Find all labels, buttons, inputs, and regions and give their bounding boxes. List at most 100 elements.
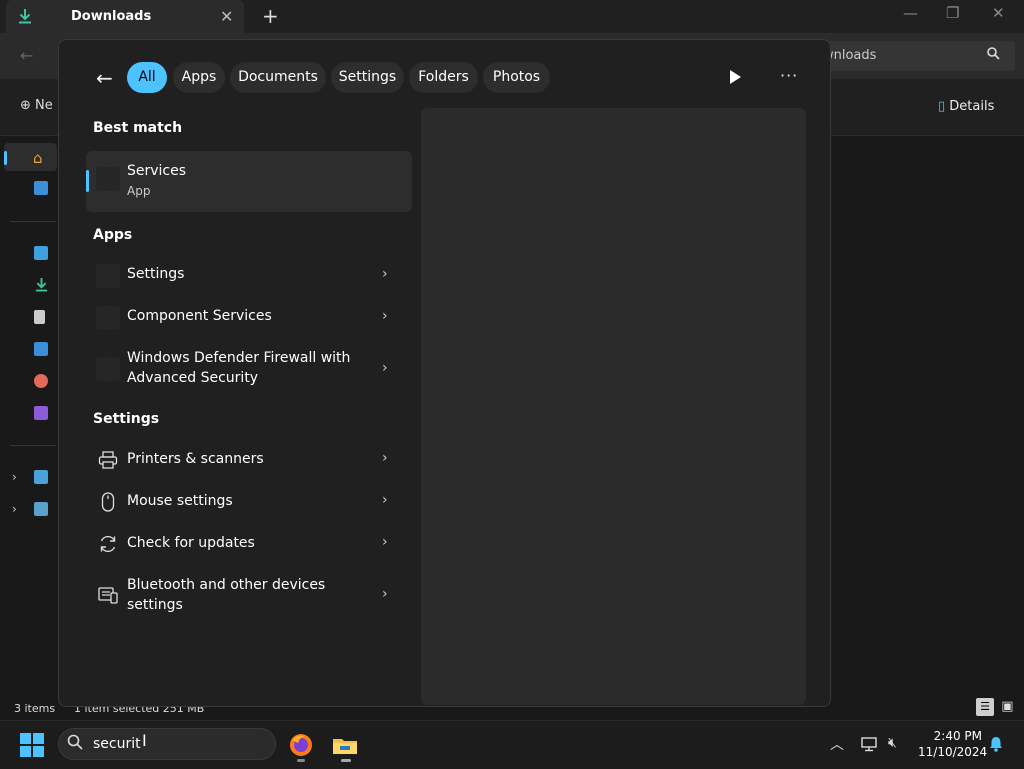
nav-home-highlight [4,143,57,171]
home-icon[interactable]: ⌂ [33,149,43,167]
network-status-icon[interactable] [861,736,879,752]
filter-chip-documents[interactable]: Documents [230,62,326,93]
tab-title: Downloads [71,9,152,24]
running-indicator [297,759,305,762]
new-button[interactable]: ⊕ Ne [20,98,53,113]
back-arrow-icon[interactable]: ← [96,66,113,90]
app-result-settings[interactable]: Settings › [86,255,412,297]
best-match-header: Best match [93,120,183,136]
setting-result-updates[interactable]: Check for updates › [86,523,412,565]
new-button-label: Ne [35,98,53,113]
app-result-component-services[interactable]: Component Services › [86,297,412,339]
best-match-subtitle: App [127,184,151,198]
nav-selected-indicator [4,151,7,165]
settings-app-icon [96,264,120,288]
app-result-label-line1: Windows Defender Firewall with [127,350,351,366]
minimize-icon[interactable]: — [903,4,918,22]
pictures-icon[interactable] [34,342,48,356]
filter-chip-folders[interactable]: Folders [409,62,478,93]
more-options-icon[interactable]: ··· [780,66,798,85]
play-icon[interactable] [728,69,742,85]
clock-time[interactable]: 2:40 PM [918,729,982,743]
filter-chip-all[interactable]: All [127,62,167,93]
text-cursor-icon: I [142,731,147,750]
taskbar-search-input[interactable] [93,735,263,753]
documents-icon[interactable] [34,310,45,324]
settings-header: Settings [93,411,160,427]
navigation-pane [0,136,57,696]
setting-result-printers[interactable]: Printers & scanners › [86,439,412,481]
setting-result-label: Check for updates [127,535,255,551]
chevron-right-icon[interactable]: › [382,586,388,602]
app-result-label: Settings [127,266,185,282]
component-services-icon [96,306,120,330]
chevron-right-icon[interactable]: › [382,492,388,508]
services-app-icon [96,167,120,191]
app-result-defender-firewall[interactable]: Windows Defender Firewall with Advanced … [86,342,412,396]
chevron-up-icon[interactable]: ︿ [830,734,844,754]
downloads-nav-icon[interactable] [35,277,48,292]
music-icon[interactable] [34,374,48,388]
explorer-search-text: wnloads [823,48,877,63]
close-window-icon[interactable]: ✕ [992,4,1005,22]
nav-separator [10,221,56,222]
filter-chip-apps[interactable]: Apps [173,62,225,93]
chevron-right-icon[interactable]: › [12,502,17,516]
chevron-right-icon[interactable]: › [382,266,388,282]
search-icon [67,734,83,750]
details-view-icon[interactable]: ☰ [976,698,994,716]
tiles-view-icon[interactable]: ▣ [998,698,1016,716]
download-icon [19,9,31,24]
network-icon[interactable] [34,502,48,516]
chevron-right-icon[interactable]: › [12,470,17,484]
plus-circle-icon: ⊕ [20,98,31,113]
chevron-right-icon[interactable]: › [382,450,388,466]
setting-result-bluetooth[interactable]: Bluetooth and other devices settings › [86,568,412,622]
setting-result-label: Printers & scanners [127,451,264,467]
chevron-right-icon[interactable]: › [382,360,388,376]
videos-icon[interactable] [34,406,48,420]
best-match-card[interactable] [86,151,412,212]
search-icon [987,47,1000,60]
firewall-app-icon [96,357,120,381]
printer-icon [98,451,118,469]
file-explorer-icon[interactable] [331,731,359,759]
details-button-label: Details [949,99,995,114]
notification-bell-icon[interactable] [988,735,1004,753]
volume-muted-icon[interactable]: 🔇︎ [888,735,897,751]
preview-pane [421,108,806,705]
close-tab-icon[interactable]: ✕ [220,7,233,26]
chevron-right-icon[interactable]: › [382,308,388,324]
view-toggle: ☰ ▣ [976,698,1016,716]
selection-accent [86,170,89,192]
setting-result-label-line2: settings [127,597,183,613]
restore-icon[interactable]: ❐ [946,4,959,22]
setting-result-mouse[interactable]: Mouse settings › [86,481,412,523]
setting-result-label-line1: Bluetooth and other devices [127,577,326,593]
details-pane-icon: ▯ [938,99,946,114]
details-button[interactable]: ▯ Details [938,99,994,114]
filter-chip-settings[interactable]: Settings [331,62,404,93]
taskbar-search[interactable] [58,728,276,760]
clock-date[interactable]: 11/10/2024 [918,745,987,759]
best-match-title: Services [127,163,187,179]
explorer-back-icon[interactable]: ← [20,46,33,65]
new-tab-icon[interactable]: + [262,4,279,28]
app-result-label: Component Services [127,308,272,324]
nav-separator [10,445,56,446]
refresh-icon [100,535,116,553]
gallery-icon[interactable] [34,181,48,195]
apps-header: Apps [93,227,133,243]
mouse-icon [101,492,115,512]
chevron-right-icon[interactable]: › [382,534,388,550]
filter-chip-photos[interactable]: Photos [483,62,550,93]
running-indicator [341,759,351,762]
tab-downloads[interactable]: Downloads ✕ [6,0,244,33]
this-pc-icon[interactable] [34,470,48,484]
devices-icon [98,587,118,604]
status-item-count: 3 items [14,702,56,715]
windows-start-icon[interactable] [20,733,44,757]
firefox-icon[interactable] [287,731,315,759]
app-result-label-line2: Advanced Security [127,370,259,386]
desktop-icon[interactable] [34,246,48,260]
